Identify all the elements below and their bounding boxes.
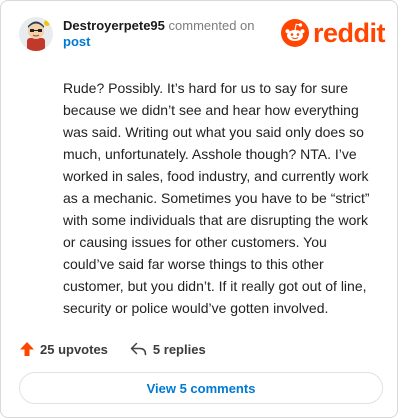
upvote-button[interactable]: 25 upvotes: [19, 341, 108, 357]
replies-button[interactable]: 5 replies: [130, 342, 206, 357]
reddit-logo[interactable]: reddit: [280, 17, 386, 48]
replies-count: 5 replies: [152, 341, 206, 357]
comment-header: Destroyerpete95 commented on post reddit: [19, 17, 386, 53]
username-link[interactable]: Destroyerpete95: [63, 18, 165, 33]
upvote-count: 25 upvotes: [40, 341, 108, 357]
view-comments-button[interactable]: View 5 comments: [19, 372, 383, 404]
action-text: commented on: [168, 18, 255, 33]
reddit-wordmark: reddit: [312, 17, 386, 48]
upvote-arrow-icon: [20, 342, 34, 356]
reddit-snoo-icon: [280, 19, 309, 47]
comment-card: Destroyerpete95 commented on post reddit…: [0, 0, 398, 418]
user-avatar[interactable]: [19, 17, 53, 51]
reply-arrow-icon: [130, 342, 147, 356]
comment-body: Rude? Possibly. It’s hard for us to say …: [63, 80, 370, 316]
comment-actions: 25 upvotes 5 replies: [19, 339, 206, 359]
post-link[interactable]: post: [63, 34, 90, 49]
comment-meta: Destroyerpete95 commented on post: [63, 18, 283, 50]
avatar-icon: [19, 17, 53, 51]
